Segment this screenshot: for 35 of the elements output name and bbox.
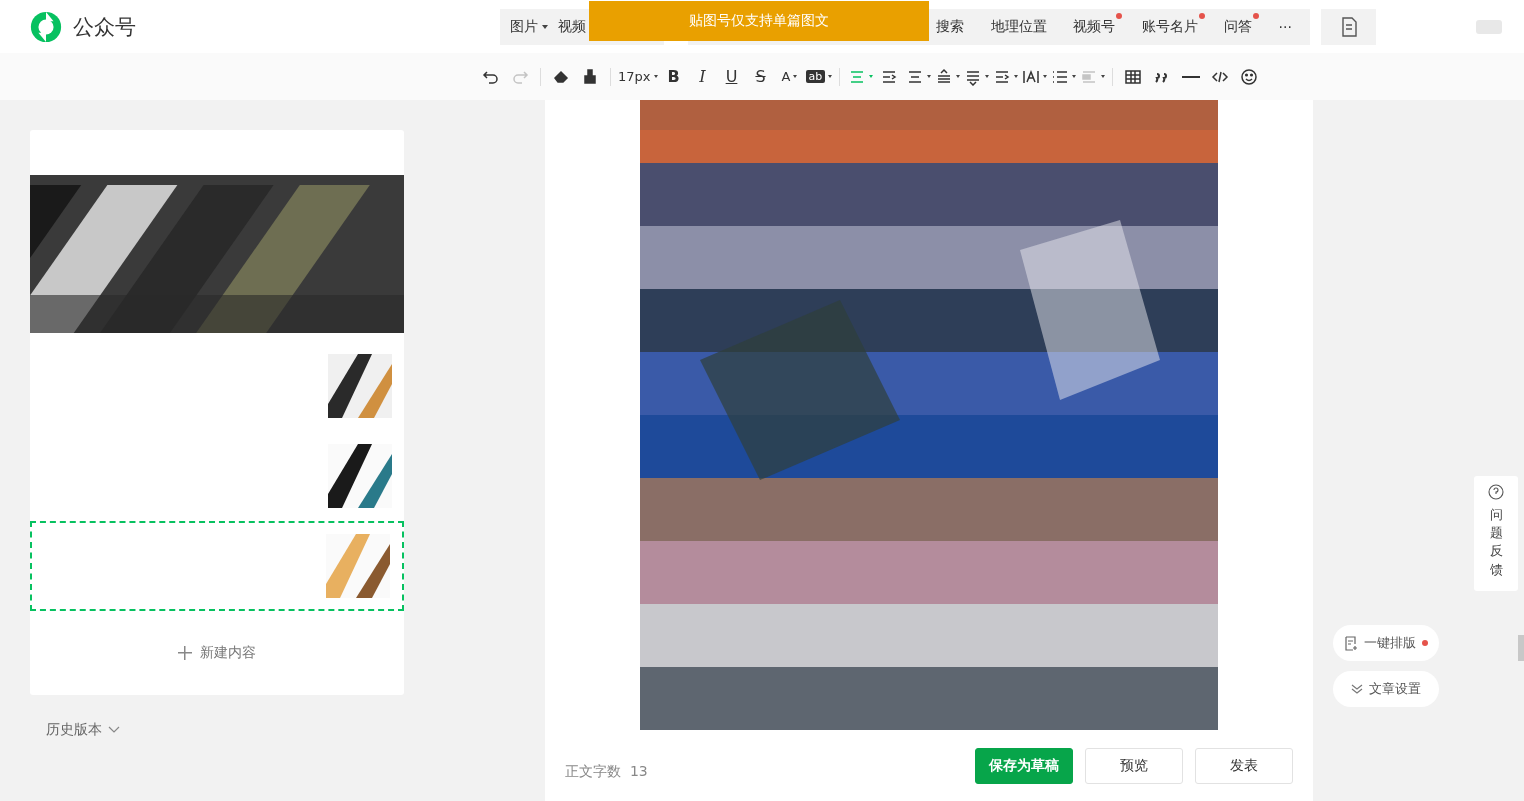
document-icon — [1344, 635, 1358, 651]
table-icon — [1124, 67, 1143, 86]
side-button[interactable]: 文章设置 — [1333, 671, 1439, 707]
format-button[interactable]: 17px — [618, 62, 658, 91]
word-count: 正文字数 13 — [565, 762, 648, 781]
side-button[interactable]: 一键排版 — [1333, 625, 1439, 661]
format-button[interactable]: U — [718, 62, 745, 91]
horizontal-rule-icon — [1182, 75, 1201, 78]
format-button[interactable]: B — [660, 62, 687, 91]
history-versions-button[interactable]: 历史版本 — [46, 721, 120, 739]
document-icon — [1340, 16, 1357, 37]
help-icon — [1488, 484, 1504, 500]
logo-icon — [29, 9, 63, 44]
new-content-button[interactable]: 新建内容 — [30, 611, 404, 695]
insert-menu-item[interactable]: 搜索 — [934, 11, 972, 42]
app-name: 公众号 — [73, 13, 136, 41]
format-button[interactable]: I — [689, 62, 716, 91]
action-button[interactable]: 预览 — [1085, 747, 1183, 784]
scrollbar[interactable] — [1518, 635, 1524, 661]
double-chevron-icon — [1351, 683, 1363, 695]
emoji-icon — [1240, 67, 1259, 86]
toast-message: 贴图号仅支持单篇图文 — [589, 0, 929, 41]
chevron-down-icon — [108, 726, 120, 734]
format-button[interactable]: S — [747, 62, 774, 91]
action-button[interactable]: 发表 — [1195, 747, 1293, 784]
format-button[interactable]: ab — [805, 62, 833, 91]
insert-menu-item[interactable]: 图片 — [508, 11, 556, 42]
insert-menu-item[interactable]: 账号名片 — [1139, 11, 1206, 42]
insert-menu-item[interactable]: ··· — [1276, 12, 1300, 41]
format-button[interactable]: A — [776, 62, 803, 91]
document-button[interactable] — [1321, 8, 1376, 45]
feedback-tab[interactable]: 问题反馈 — [1474, 476, 1518, 591]
insert-menu-item[interactable]: 地理位置 — [988, 11, 1055, 42]
insert-menu-item[interactable]: 问答 — [1222, 11, 1261, 42]
insert-menu-item[interactable]: 视频号 — [1071, 11, 1124, 42]
